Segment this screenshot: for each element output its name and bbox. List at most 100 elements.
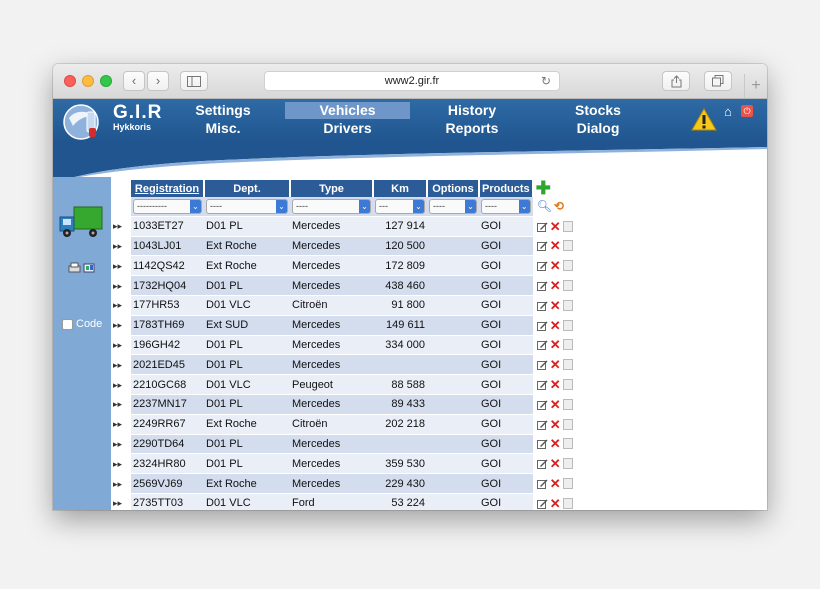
header-registration[interactable]: Registration [131,180,205,197]
expand-row-icon[interactable]: ▸▸ [113,360,122,370]
delete-icon[interactable]: ✕ [550,358,561,371]
reset-icon[interactable]: ⟲ [554,199,564,213]
header-dept[interactable]: Dept. [204,180,291,197]
new-tab-button[interactable]: + [744,74,767,98]
edit-icon[interactable] [536,221,548,232]
filter-type[interactable]: ---- ⌄ [292,198,371,214]
filter-registration[interactable]: ---------- ⌄ [133,198,202,214]
minimize-window-button[interactable] [82,75,94,87]
nav-vehicles[interactable]: Vehicles [285,102,410,119]
delete-icon[interactable]: ✕ [550,338,561,351]
document-icon[interactable] [562,359,573,371]
sidebar-toggle-button[interactable] [180,71,208,91]
delete-icon[interactable]: ✕ [550,220,561,233]
delete-icon[interactable]: ✕ [550,497,561,510]
table-row[interactable]: ▸▸ 1783TH69 Ext SUD Mercedes 149 611 GOI… [111,315,585,336]
nav-dialog[interactable]: Dialog [563,120,633,136]
tabs-overview-button[interactable] [704,71,732,91]
expand-row-icon[interactable]: ▸▸ [113,320,122,330]
close-window-button[interactable] [64,75,76,87]
table-row[interactable]: ▸▸ 196GH42 D01 PL Mercedes 334 000 GOI ✕ [111,335,585,356]
code-checkbox[interactable] [62,318,73,330]
header-type[interactable]: Type [290,180,374,197]
search-icon[interactable]: 🔍︎ [537,199,552,213]
table-row[interactable]: ▸▸ 2249RR67 Ext Roche Citroën 202 218 GO… [111,414,585,435]
document-icon[interactable] [562,339,573,351]
edit-icon[interactable] [536,300,548,311]
table-row[interactable]: ▸▸ 1043LJ01 Ext Roche Mercedes 120 500 G… [111,236,585,257]
document-icon[interactable] [562,260,573,272]
table-row[interactable]: ▸▸ 2021ED45 D01 PL Mercedes GOI ✕ [111,354,585,376]
delete-icon[interactable]: ✕ [550,398,561,411]
delete-icon[interactable]: ✕ [550,239,561,252]
expand-row-icon[interactable]: ▸▸ [113,221,122,231]
edit-icon[interactable] [536,419,548,430]
document-icon[interactable] [562,299,573,311]
reload-icon[interactable]: ↻ [541,72,551,90]
zoom-window-button[interactable] [100,75,112,87]
edit-icon[interactable] [536,399,548,410]
code-toggle[interactable]: Code [62,318,102,330]
expand-row-icon[interactable]: ▸▸ [113,300,122,310]
delete-icon[interactable]: ✕ [550,319,561,332]
document-icon[interactable] [562,379,573,391]
truck-icon[interactable] [58,203,104,241]
edit-icon[interactable] [536,379,548,391]
edit-icon[interactable] [536,339,548,351]
nav-reports[interactable]: Reports [437,120,507,136]
delete-icon[interactable]: ✕ [550,299,561,312]
expand-row-icon[interactable]: ▸▸ [113,479,122,489]
edit-icon[interactable] [536,260,548,272]
expand-row-icon[interactable]: ▸▸ [113,281,122,291]
table-row[interactable]: ▸▸ 177HR53 D01 VLC Citroën 91 800 GOI ✕ [111,295,585,316]
header-products[interactable]: Products [479,180,534,197]
table-row[interactable]: ▸▸ 2290TD64 D01 PL Mercedes GOI ✕ [111,434,585,455]
delete-icon[interactable]: ✕ [550,437,561,450]
expand-row-icon[interactable]: ▸▸ [113,459,122,469]
delete-icon[interactable]: ✕ [550,477,561,490]
document-icon[interactable] [562,497,573,509]
header-km[interactable]: Km [373,180,428,197]
nav-settings[interactable]: Settings [193,102,253,118]
edit-icon[interactable] [536,438,548,450]
table-row[interactable]: ▸▸ 1142QS42 Ext Roche Mercedes 172 809 G… [111,255,585,277]
expand-row-icon[interactable]: ▸▸ [113,399,122,409]
edit-icon[interactable] [536,320,548,331]
expand-row-icon[interactable]: ▸▸ [113,439,122,449]
expand-row-icon[interactable]: ▸▸ [113,261,122,271]
edit-icon[interactable] [536,280,548,292]
forward-button[interactable]: › [147,71,169,91]
edit-icon[interactable] [536,458,548,470]
filter-km[interactable]: --- ⌄ [375,198,425,214]
document-icon[interactable] [562,280,573,292]
add-icon[interactable]: ✚ [536,178,551,198]
nav-drivers[interactable]: Drivers [285,120,410,136]
document-icon[interactable] [562,438,573,450]
table-row[interactable]: ▸▸ 1033ET27 D01 PL Mercedes 127 914 GOI … [111,216,585,237]
expand-row-icon[interactable]: ▸▸ [113,498,122,508]
table-row[interactable]: ▸▸ 2569VJ69 Ext Roche Mercedes 229 430 G… [111,473,585,494]
edit-icon[interactable] [536,478,548,490]
delete-icon[interactable]: ✕ [550,279,561,292]
expand-row-icon[interactable]: ▸▸ [113,241,122,251]
warning-icon[interactable] [691,108,717,131]
table-row[interactable]: ▸▸ 2735TT03 D01 VLC Ford 53 224 GOI ✕ [111,493,585,510]
filter-options[interactable]: ---- ⌄ [429,198,477,214]
table-row[interactable]: ▸▸ 1732HQ04 D01 PL Mercedes 438 460 GOI … [111,275,585,296]
edit-icon[interactable] [536,240,548,252]
delete-icon[interactable]: ✕ [550,418,561,431]
document-icon[interactable] [562,398,573,410]
expand-row-icon[interactable]: ▸▸ [113,340,122,350]
back-button[interactable]: ‹ [123,71,145,91]
logout-icon[interactable]: ⏻ [741,105,753,117]
delete-icon[interactable]: ✕ [550,259,561,272]
table-row[interactable]: ▸▸ 2237MN17 D01 PL Mercedes 89 433 GOI ✕ [111,394,585,415]
nav-stocks[interactable]: Stocks [563,102,633,118]
document-icon[interactable] [562,240,573,252]
document-icon[interactable] [562,458,573,470]
document-icon[interactable] [562,478,573,490]
table-row[interactable]: ▸▸ 2324HR80 D01 PL Mercedes 359 530 GOI … [111,453,585,475]
document-icon[interactable] [562,220,573,232]
share-button[interactable] [662,71,690,91]
document-icon[interactable] [562,418,573,430]
